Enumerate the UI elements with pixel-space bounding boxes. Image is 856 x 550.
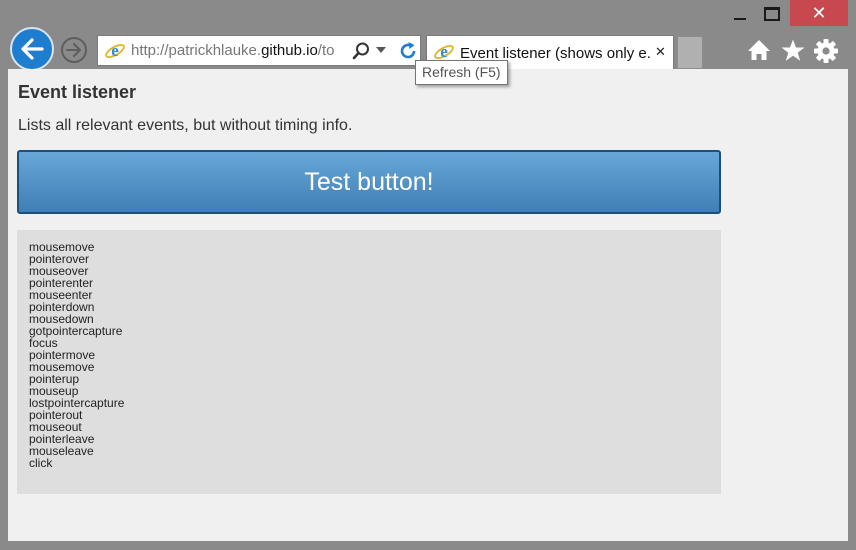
search-icon[interactable] [351, 41, 371, 61]
event-log-item: lostpointercapture [29, 396, 125, 410]
back-button[interactable] [10, 27, 54, 71]
event-log-item: pointerout [29, 408, 83, 422]
event-log-item: focus [29, 336, 58, 350]
home-icon[interactable] [746, 38, 772, 62]
maximize-icon [764, 7, 780, 21]
favorites-star-icon[interactable] [780, 38, 806, 62]
forward-button[interactable] [61, 37, 87, 63]
event-log-item: mousemove [29, 240, 95, 254]
page-description: Lists all relevant events, but without t… [18, 117, 353, 134]
page-viewport: Event listener Lists all relevant events… [8, 69, 848, 541]
settings-gear-icon[interactable] [813, 38, 839, 64]
event-log-item: mouseover [29, 264, 89, 278]
address-bar[interactable]: e http://patrickhlauke.github.io/to [97, 35, 421, 66]
event-log-item: mouseup [29, 384, 79, 398]
test-button[interactable]: Test button! [17, 150, 721, 214]
event-log-item: pointerup [29, 372, 80, 386]
back-arrow-icon [21, 38, 44, 60]
svg-text:e: e [111, 41, 119, 60]
page-title: Event listener [18, 82, 137, 102]
event-log-item: mouseout [29, 420, 82, 434]
event-log-item: mousemove [29, 360, 95, 374]
close-icon: ✕ [811, 2, 827, 23]
event-log-item: mouseenter [29, 288, 93, 302]
chevron-down-icon[interactable] [376, 47, 386, 53]
event-log-item: pointerenter [29, 276, 94, 290]
event-log-item: mousedown [29, 312, 94, 326]
close-tab-icon[interactable]: ✕ [655, 44, 666, 60]
new-tab-button[interactable] [677, 36, 703, 69]
url-text[interactable]: http://patrickhlauke.github.io/to [131, 42, 346, 59]
event-log-item: pointerleave [29, 432, 95, 446]
maximize-button[interactable] [758, 0, 786, 28]
svg-text:e: e [440, 42, 448, 61]
ie-logo-icon: e [105, 41, 125, 60]
refresh-tooltip: Refresh (F5) [415, 60, 508, 85]
event-log-item: pointerdown [29, 300, 95, 314]
event-log-item: pointermove [29, 348, 96, 362]
refresh-icon[interactable] [398, 40, 418, 62]
event-log-item: pointerover [29, 252, 90, 266]
minimize-button[interactable] [726, 0, 754, 28]
close-window-button[interactable]: ✕ [790, 0, 848, 26]
event-log-item: click [29, 456, 53, 470]
forward-arrow-icon [66, 43, 81, 57]
event-log-item: gotpointercapture [29, 324, 123, 338]
minimize-icon [734, 18, 746, 20]
event-log-item: mouseleave [29, 444, 94, 458]
event-log: mousemove pointerover mouseover pointerente… [17, 230, 721, 494]
